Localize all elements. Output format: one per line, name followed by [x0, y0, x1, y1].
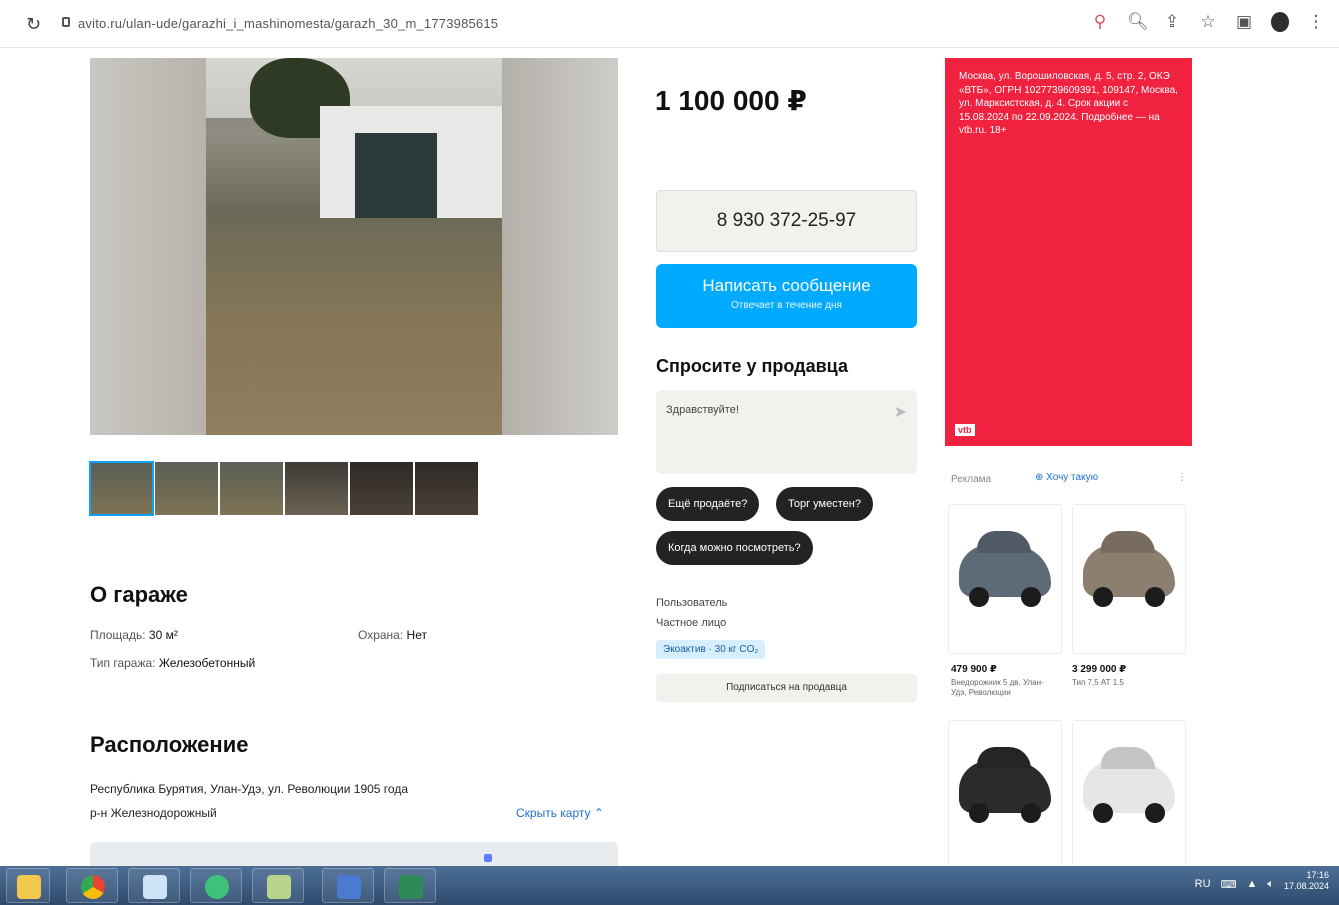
write-message-sublabel: Отвечает в течение дня [731, 300, 842, 311]
thumbnail[interactable] [415, 462, 478, 515]
car-description: Тип 7,5 АТ 1.5 [1072, 678, 1124, 687]
map-pin-icon [484, 854, 492, 862]
eco-badge: Экоактив · 30 кг CO₂ [656, 640, 766, 659]
share-icon[interactable]: ⇪ [1163, 12, 1181, 32]
address-text: Республика Бурятия, Улан-Удэ, ул. Револю… [90, 782, 409, 796]
taskbar-explorer-button[interactable] [6, 868, 50, 903]
listing-main-photo[interactable] [90, 58, 618, 435]
seller-type: Частное лицо [656, 617, 727, 629]
volume-icon[interactable]: 🔈︎ [1267, 878, 1274, 891]
subscribe-seller-button[interactable]: Подписаться на продавца [656, 674, 917, 702]
zoom-icon[interactable]: 🔍︎ [1127, 12, 1149, 32]
thumbnail[interactable] [220, 462, 283, 515]
chrome-icon [81, 875, 105, 899]
taskbar-app-button[interactable] [128, 868, 180, 903]
browser-toolbar-icons: ⚲ 🔍︎ ⇪ ☆ ▣ ⋮ [1091, 12, 1325, 32]
thumbnail[interactable] [350, 462, 413, 515]
network-icon[interactable]: ▲ [1246, 878, 1257, 890]
car-image [959, 545, 1051, 607]
system-clock[interactable]: 17:16 17.08.2024 [1284, 870, 1329, 892]
car-ad-card[interactable] [1072, 720, 1186, 870]
photo-garage-door [355, 133, 437, 218]
taskbar-app-button[interactable] [252, 868, 304, 903]
ad-link[interactable]: ⊕ Хочу такую [1035, 472, 1098, 483]
car-image [1083, 761, 1175, 823]
browser-address-bar: ↻ avito.ru/ulan-ude/garazhi_i_mashinomes… [0, 0, 1339, 48]
photo-thumbnails [89, 461, 478, 516]
seller-label[interactable]: Пользователь [656, 597, 727, 609]
ask-seller-title: Спросите у продавца [656, 356, 848, 376]
quick-question-chip[interactable]: Торг уместен? [776, 487, 873, 521]
language-indicator[interactable]: RU [1195, 878, 1211, 890]
keyboard-icon[interactable]: ⌨ [1221, 878, 1237, 891]
send-icon[interactable]: ➤ [894, 402, 907, 422]
menu-dots-icon[interactable]: ⋮ [1307, 12, 1325, 32]
type-row: Тип гаража: Железобетонный [90, 656, 255, 670]
taskbar-app-button[interactable] [190, 868, 242, 903]
security-row: Охрана: Нет [358, 628, 427, 642]
k-app-icon [205, 875, 229, 899]
map-preview[interactable] [90, 842, 618, 868]
area-value: 30 м² [148, 628, 178, 642]
show-phone-button[interactable]: 8 930 372-25-97 [656, 190, 917, 252]
quick-question-chip[interactable]: Когда можно посмотреть? [656, 531, 813, 565]
photo-ground [206, 218, 502, 435]
lock-icon[interactable] [62, 17, 70, 27]
url-text[interactable]: avito.ru/ulan-ude/garazhi_i_mashinomesta… [78, 16, 498, 31]
bookmark-star-icon[interactable]: ☆ [1199, 12, 1217, 32]
taskbar-app-button[interactable] [322, 868, 374, 903]
car-ad-card[interactable] [948, 504, 1062, 654]
quick-question-chip[interactable]: Ещё продаёте? [656, 487, 760, 521]
car-ad-card[interactable] [1072, 504, 1186, 654]
location-icon[interactable]: ⚲ [1091, 12, 1109, 32]
photo-blur-right [502, 58, 618, 435]
hide-map-link[interactable]: Скрыть карту ⌃ [516, 806, 604, 820]
area-row: Площадь: 30 м² [90, 628, 178, 642]
paint-icon [267, 875, 291, 899]
profile-avatar-icon[interactable] [1271, 12, 1289, 32]
car-ads-header: Реклама ⊕ Хочу такую ⋮ [951, 472, 1191, 485]
sidebar-icon[interactable]: ▣ [1235, 12, 1253, 32]
thumbnail[interactable] [89, 461, 154, 516]
banner-ad-logo: vtb [955, 424, 975, 436]
location-title: Расположение [90, 732, 249, 757]
thumbnail[interactable] [155, 462, 218, 515]
document-icon [143, 875, 167, 899]
ad-menu-icon[interactable]: ⋮ [1177, 472, 1187, 483]
windows-taskbar: RU ⌨ ▲ 🔈︎ 17:16 17.08.2024 [0, 866, 1339, 905]
type-value: Железобетонный [158, 656, 256, 670]
type-label: Тип гаража: [90, 656, 156, 670]
banner-ad[interactable]: Москва, ул. Ворошиловская, д. 5, стр. 2,… [945, 58, 1192, 446]
district-text: р-н Железнодорожный [90, 806, 217, 820]
thumbnail[interactable] [285, 462, 348, 515]
ask-seller-placeholder: Здравствуйте! [666, 404, 739, 416]
ad-label: Реклама [951, 474, 992, 485]
write-message-label: Написать сообщение [702, 276, 871, 295]
ask-seller-input[interactable]: Здравствуйте! ➤ [656, 390, 917, 474]
folder-icon [17, 875, 41, 899]
car-ad-card[interactable] [948, 720, 1062, 870]
car-price: 3 299 000 ₽ [1072, 664, 1127, 675]
security-value: Нет [406, 628, 427, 642]
reload-icon[interactable]: ↻ [26, 14, 41, 35]
taskbar-chrome-button[interactable] [66, 868, 118, 903]
word-icon [337, 875, 361, 899]
banner-ad-text: Москва, ул. Ворошиловская, д. 5, стр. 2,… [959, 71, 1178, 136]
security-label: Охрана: [358, 628, 404, 642]
area-label: Площадь: [90, 628, 146, 642]
about-title: О гараже [90, 582, 188, 607]
car-description: Внедорожник 5 дв. Улан-Удэ, Революции [951, 678, 1044, 697]
car-image [959, 761, 1051, 823]
listing-price: 1 100 000 ₽ [655, 85, 807, 116]
car-image [1083, 545, 1175, 607]
photo-blur-left [90, 58, 206, 435]
taskbar-app-button[interactable] [384, 868, 436, 903]
system-tray: RU ⌨ ▲ 🔈︎ 17:16 17.08.2024 [1195, 870, 1329, 892]
car-price: 479 900 ₽ [951, 664, 997, 675]
excel-icon [399, 875, 423, 899]
write-message-button[interactable]: Написать сообщение Отвечает в течение дн… [656, 264, 917, 328]
chevron-up-icon: ⌃ [593, 806, 604, 820]
